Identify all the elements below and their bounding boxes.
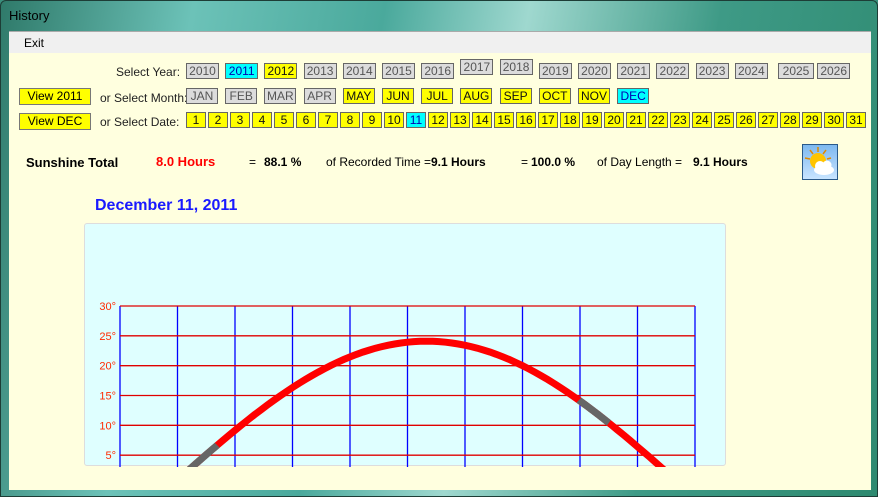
date-button-19[interactable]: 19 <box>582 112 602 128</box>
year-button-2020[interactable]: 2020 <box>578 63 611 79</box>
sunshine-curve <box>186 337 667 467</box>
month-button-jan[interactable]: JAN <box>186 88 218 104</box>
y-tick-label: 10° <box>99 420 116 432</box>
month-button-dec[interactable]: DEC <box>617 88 650 104</box>
month-button-jul[interactable]: JUL <box>421 88 454 104</box>
month-button-may[interactable]: MAY <box>342 88 375 104</box>
date-button-27[interactable]: 27 <box>758 112 778 128</box>
date-button-29[interactable]: 29 <box>802 112 822 128</box>
partly-sunny-icon[interactable] <box>802 144 838 180</box>
date-button-5[interactable]: 5 <box>274 112 294 128</box>
window-title: History <box>9 8 50 23</box>
month-button-sep[interactable]: SEP <box>499 88 532 104</box>
month-button-oct[interactable]: OCT <box>538 88 571 104</box>
recorded-time-label: of Recorded Time = <box>326 155 432 169</box>
year-button-2015[interactable]: 2015 <box>382 63 415 79</box>
date-button-28[interactable]: 28 <box>780 112 800 128</box>
date-button-31[interactable]: 31 <box>846 112 866 128</box>
date-button-25[interactable]: 25 <box>714 112 734 128</box>
year-button-2023[interactable]: 2023 <box>695 63 729 79</box>
recorded-time-value: 9.1 Hours <box>431 155 486 169</box>
date-button-21[interactable]: 21 <box>626 112 646 128</box>
menu-exit[interactable]: Exit <box>24 36 44 50</box>
percent-recorded: 88.1 % <box>264 155 302 169</box>
date-button-17[interactable]: 17 <box>538 112 558 128</box>
cloud-period-segment <box>576 397 611 426</box>
date-button-1[interactable]: 1 <box>186 112 206 128</box>
select-month-label: or Select Month: <box>100 91 188 105</box>
year-button-2016[interactable]: 2016 <box>421 63 455 79</box>
date-button-10[interactable]: 10 <box>384 112 404 128</box>
year-button-2021[interactable]: 2021 <box>617 63 651 79</box>
chart-title: December 11, 2011 <box>95 197 238 214</box>
date-button-16[interactable]: 16 <box>516 112 536 128</box>
date-button-6[interactable]: 6 <box>296 112 316 128</box>
history-window: History Exit Select Year: or Select Mont… <box>0 0 878 497</box>
date-button-15[interactable]: 15 <box>494 112 514 128</box>
year-button-2022[interactable]: 2022 <box>656 63 690 79</box>
month-button-aug[interactable]: AUG <box>460 88 493 104</box>
date-button-9[interactable]: 9 <box>362 112 382 128</box>
menu-bar: Exit <box>9 31 871 53</box>
year-button-2011[interactable]: 2011 <box>225 63 259 79</box>
date-button-2[interactable]: 2 <box>208 112 228 128</box>
day-length-value: 9.1 Hours <box>693 155 748 169</box>
date-button-23[interactable]: 23 <box>670 112 690 128</box>
month-button-mar[interactable]: MAR <box>264 88 297 104</box>
date-button-11[interactable]: 11 <box>406 112 426 128</box>
year-button-2010[interactable]: 2010 <box>186 63 219 79</box>
date-button-24[interactable]: 24 <box>692 112 712 128</box>
sunshine-total-label: Sunshine Total <box>26 155 119 170</box>
date-button-8[interactable]: 8 <box>340 112 360 128</box>
day-length-label: of Day Length = <box>597 155 683 169</box>
month-button-jun[interactable]: JUN <box>382 88 414 104</box>
equals-sign: = <box>521 155 529 169</box>
sun-elevation-chart: 0°5°10°15°20°25°30°070809101112 <box>99 301 696 467</box>
year-button-2013[interactable]: 2013 <box>303 63 337 79</box>
date-button-12[interactable]: 12 <box>428 112 448 128</box>
year-button-2024[interactable]: 2024 <box>734 63 768 79</box>
year-button-2014[interactable]: 2014 <box>342 63 376 79</box>
view-year-button[interactable]: View 2011 <box>19 88 91 105</box>
date-button-20[interactable]: 20 <box>604 112 624 128</box>
y-tick-label: 25° <box>99 331 116 343</box>
content-area: Select Year: or Select Month: or Select … <box>9 53 871 490</box>
date-button-26[interactable]: 26 <box>736 112 756 128</box>
date-button-18[interactable]: 18 <box>560 112 580 128</box>
year-button-2018[interactable]: 2018 <box>499 59 533 75</box>
year-button-2026[interactable]: 2026 <box>817 63 851 79</box>
month-button-feb[interactable]: FEB <box>225 88 258 104</box>
date-button-13[interactable]: 13 <box>450 112 470 128</box>
percent-day: 100.0 % <box>531 155 576 169</box>
date-button-14[interactable]: 14 <box>472 112 492 128</box>
year-button-2017[interactable]: 2017 <box>460 59 494 75</box>
cloud-period-segment <box>186 442 220 467</box>
date-button-22[interactable]: 22 <box>648 112 668 128</box>
month-button-nov[interactable]: NOV <box>578 88 610 104</box>
y-tick-label: 5° <box>105 450 116 462</box>
chart-panel: 0°5°10°15°20°25°30°070809101112 <box>84 223 726 467</box>
month-button-apr[interactable]: APR <box>303 88 336 104</box>
date-button-3[interactable]: 3 <box>230 112 250 128</box>
year-button-2012[interactable]: 2012 <box>264 63 298 79</box>
select-date-label: or Select Date: <box>100 115 180 129</box>
select-year-label: Select Year: <box>116 65 181 79</box>
y-tick-label: 30° <box>99 301 116 313</box>
sunshine-total-value: 8.0 Hours <box>156 154 216 169</box>
date-button-7[interactable]: 7 <box>318 112 338 128</box>
equals-sign: = <box>249 155 257 169</box>
year-button-2019[interactable]: 2019 <box>538 63 572 79</box>
view-month-button[interactable]: View DEC <box>19 113 91 130</box>
date-button-4[interactable]: 4 <box>252 112 272 128</box>
y-tick-label: 20° <box>99 361 116 373</box>
date-button-30[interactable]: 30 <box>824 112 844 128</box>
y-tick-label: 15° <box>99 391 116 403</box>
year-button-2025[interactable]: 2025 <box>778 63 814 79</box>
